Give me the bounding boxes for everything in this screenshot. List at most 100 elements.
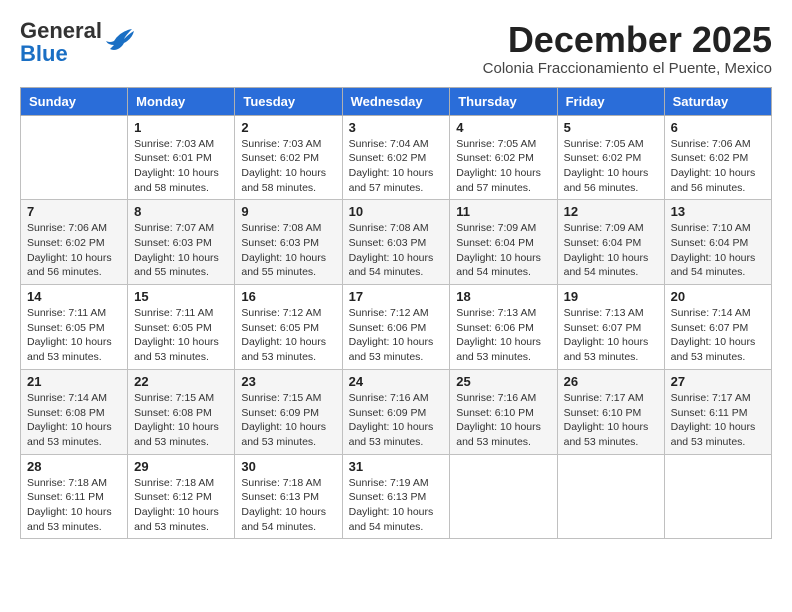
calendar-table: SundayMondayTuesdayWednesdayThursdayFrid… — [20, 87, 772, 540]
day-number: 11 — [456, 204, 550, 219]
day-info: Sunrise: 7:16 AM Sunset: 6:09 PM Dayligh… — [349, 391, 444, 450]
day-number: 21 — [27, 374, 121, 389]
calendar-cell: 11 Sunrise: 7:09 AM Sunset: 6:04 PM Dayli… — [450, 200, 557, 285]
day-number: 10 — [349, 204, 444, 219]
day-info: Sunrise: 7:12 AM Sunset: 6:06 PM Dayligh… — [349, 306, 444, 365]
col-header-thursday: Thursday — [450, 87, 557, 115]
day-number: 28 — [27, 459, 121, 474]
day-info: Sunrise: 7:06 AM Sunset: 6:02 PM Dayligh… — [27, 221, 121, 280]
calendar-cell: 6 Sunrise: 7:06 AM Sunset: 6:02 PM Daylig… — [664, 115, 771, 200]
calendar-cell: 30 Sunrise: 7:18 AM Sunset: 6:13 PM Dayli… — [235, 454, 342, 539]
calendar-cell: 27Sunrise: 7:17 AM Sunset: 6:11 PM Dayli… — [664, 369, 771, 454]
calendar-header-row: SundayMondayTuesdayWednesdayThursdayFrid… — [21, 87, 772, 115]
calendar-cell: 9 Sunrise: 7:08 AM Sunset: 6:03 PM Daylig… — [235, 200, 342, 285]
calendar-cell: 25 Sunrise: 7:16 AM Sunset: 6:10 PM Dayli… — [450, 369, 557, 454]
day-info: Sunrise: 7:18 AM Sunset: 6:13 PM Dayligh… — [241, 476, 335, 535]
calendar-cell: 10Sunrise: 7:08 AM Sunset: 6:03 PM Dayli… — [342, 200, 450, 285]
day-info: Sunrise: 7:05 AM Sunset: 6:02 PM Dayligh… — [456, 137, 550, 196]
day-info: Sunrise: 7:11 AM Sunset: 6:05 PM Dayligh… — [134, 306, 228, 365]
day-info: Sunrise: 7:18 AM Sunset: 6:11 PM Dayligh… — [27, 476, 121, 535]
day-number: 30 — [241, 459, 335, 474]
day-info: Sunrise: 7:18 AM Sunset: 6:12 PM Dayligh… — [134, 476, 228, 535]
location-subtitle: Colonia Fraccionamiento el Puente, Mexic… — [483, 60, 772, 77]
calendar-cell: 22Sunrise: 7:15 AM Sunset: 6:08 PM Dayli… — [128, 369, 235, 454]
day-number: 16 — [241, 289, 335, 304]
day-number: 8 — [134, 204, 228, 219]
day-number: 24 — [349, 374, 444, 389]
day-number: 29 — [134, 459, 228, 474]
day-number: 26 — [564, 374, 658, 389]
day-info: Sunrise: 7:11 AM Sunset: 6:05 PM Dayligh… — [27, 306, 121, 365]
calendar-cell — [664, 454, 771, 539]
calendar-cell: 12Sunrise: 7:09 AM Sunset: 6:04 PM Dayli… — [557, 200, 664, 285]
logo: General Blue — [20, 20, 136, 66]
calendar-cell: 5 Sunrise: 7:05 AM Sunset: 6:02 PM Daylig… — [557, 115, 664, 200]
day-info: Sunrise: 7:03 AM Sunset: 6:02 PM Dayligh… — [241, 137, 335, 196]
day-number: 6 — [671, 120, 765, 135]
calendar-cell: 20 Sunrise: 7:14 AM Sunset: 6:07 PM Dayli… — [664, 285, 771, 370]
day-info: Sunrise: 7:17 AM Sunset: 6:10 PM Dayligh… — [564, 391, 658, 450]
day-info: Sunrise: 7:06 AM Sunset: 6:02 PM Dayligh… — [671, 137, 765, 196]
calendar-cell: 15 Sunrise: 7:11 AM Sunset: 6:05 PM Dayli… — [128, 285, 235, 370]
calendar-cell: 7Sunrise: 7:06 AM Sunset: 6:02 PM Daylig… — [21, 200, 128, 285]
title-block: December 2025 Colonia Fraccionamiento el… — [483, 20, 772, 77]
calendar-cell: 29 Sunrise: 7:18 AM Sunset: 6:12 PM Dayli… — [128, 454, 235, 539]
day-number: 15 — [134, 289, 228, 304]
day-info: Sunrise: 7:12 AM Sunset: 6:05 PM Dayligh… — [241, 306, 335, 365]
calendar-week-row: 28 Sunrise: 7:18 AM Sunset: 6:11 PM Dayli… — [21, 454, 772, 539]
calendar-cell: 8 Sunrise: 7:07 AM Sunset: 6:03 PM Daylig… — [128, 200, 235, 285]
day-info: Sunrise: 7:19 AM Sunset: 6:13 PM Dayligh… — [349, 476, 444, 535]
logo-bird-icon — [104, 23, 136, 55]
day-info: Sunrise: 7:03 AM Sunset: 6:01 PM Dayligh… — [134, 137, 228, 196]
day-info: Sunrise: 7:09 AM Sunset: 6:04 PM Dayligh… — [564, 221, 658, 280]
day-info: Sunrise: 7:14 AM Sunset: 6:07 PM Dayligh… — [671, 306, 765, 365]
day-info: Sunrise: 7:15 AM Sunset: 6:08 PM Dayligh… — [134, 391, 228, 450]
day-number: 23 — [241, 374, 335, 389]
day-number: 3 — [349, 120, 444, 135]
day-info: Sunrise: 7:05 AM Sunset: 6:02 PM Dayligh… — [564, 137, 658, 196]
day-info: Sunrise: 7:10 AM Sunset: 6:04 PM Dayligh… — [671, 221, 765, 280]
calendar-cell: 16 Sunrise: 7:12 AM Sunset: 6:05 PM Dayli… — [235, 285, 342, 370]
day-number: 1 — [134, 120, 228, 135]
day-info: Sunrise: 7:15 AM Sunset: 6:09 PM Dayligh… — [241, 391, 335, 450]
calendar-cell: 2Sunrise: 7:03 AM Sunset: 6:02 PM Daylig… — [235, 115, 342, 200]
calendar-cell: 31 Sunrise: 7:19 AM Sunset: 6:13 PM Dayli… — [342, 454, 450, 539]
logo-general: General — [20, 18, 102, 43]
calendar-cell: 19Sunrise: 7:13 AM Sunset: 6:07 PM Dayli… — [557, 285, 664, 370]
calendar-cell — [450, 454, 557, 539]
day-number: 18 — [456, 289, 550, 304]
col-header-sunday: Sunday — [21, 87, 128, 115]
day-number: 27 — [671, 374, 765, 389]
day-number: 20 — [671, 289, 765, 304]
calendar-cell — [21, 115, 128, 200]
day-number: 17 — [349, 289, 444, 304]
calendar-cell: 4Sunrise: 7:05 AM Sunset: 6:02 PM Daylig… — [450, 115, 557, 200]
col-header-friday: Friday — [557, 87, 664, 115]
day-number: 14 — [27, 289, 121, 304]
calendar-cell: 14 Sunrise: 7:11 AM Sunset: 6:05 PM Dayli… — [21, 285, 128, 370]
calendar-cell: 1 Sunrise: 7:03 AM Sunset: 6:01 PM Daylig… — [128, 115, 235, 200]
calendar-week-row: 14 Sunrise: 7:11 AM Sunset: 6:05 PM Dayli… — [21, 285, 772, 370]
calendar-cell: 13 Sunrise: 7:10 AM Sunset: 6:04 PM Dayli… — [664, 200, 771, 285]
col-header-tuesday: Tuesday — [235, 87, 342, 115]
day-info: Sunrise: 7:09 AM Sunset: 6:04 PM Dayligh… — [456, 221, 550, 280]
calendar-cell: 28 Sunrise: 7:18 AM Sunset: 6:11 PM Dayli… — [21, 454, 128, 539]
day-number: 13 — [671, 204, 765, 219]
day-info: Sunrise: 7:07 AM Sunset: 6:03 PM Dayligh… — [134, 221, 228, 280]
calendar-week-row: 7Sunrise: 7:06 AM Sunset: 6:02 PM Daylig… — [21, 200, 772, 285]
day-info: Sunrise: 7:04 AM Sunset: 6:02 PM Dayligh… — [349, 137, 444, 196]
col-header-monday: Monday — [128, 87, 235, 115]
day-number: 9 — [241, 204, 335, 219]
month-title: December 2025 — [483, 20, 772, 60]
day-number: 31 — [349, 459, 444, 474]
calendar-cell: 23 Sunrise: 7:15 AM Sunset: 6:09 PM Dayli… — [235, 369, 342, 454]
day-number: 25 — [456, 374, 550, 389]
page-header: General Blue December 2025 Colonia Fracc… — [20, 20, 772, 77]
calendar-cell: 24 Sunrise: 7:16 AM Sunset: 6:09 PM Dayli… — [342, 369, 450, 454]
day-info: Sunrise: 7:16 AM Sunset: 6:10 PM Dayligh… — [456, 391, 550, 450]
day-info: Sunrise: 7:08 AM Sunset: 6:03 PM Dayligh… — [241, 221, 335, 280]
calendar-cell — [557, 454, 664, 539]
calendar-cell: 21Sunrise: 7:14 AM Sunset: 6:08 PM Dayli… — [21, 369, 128, 454]
day-info: Sunrise: 7:13 AM Sunset: 6:06 PM Dayligh… — [456, 306, 550, 365]
day-number: 5 — [564, 120, 658, 135]
